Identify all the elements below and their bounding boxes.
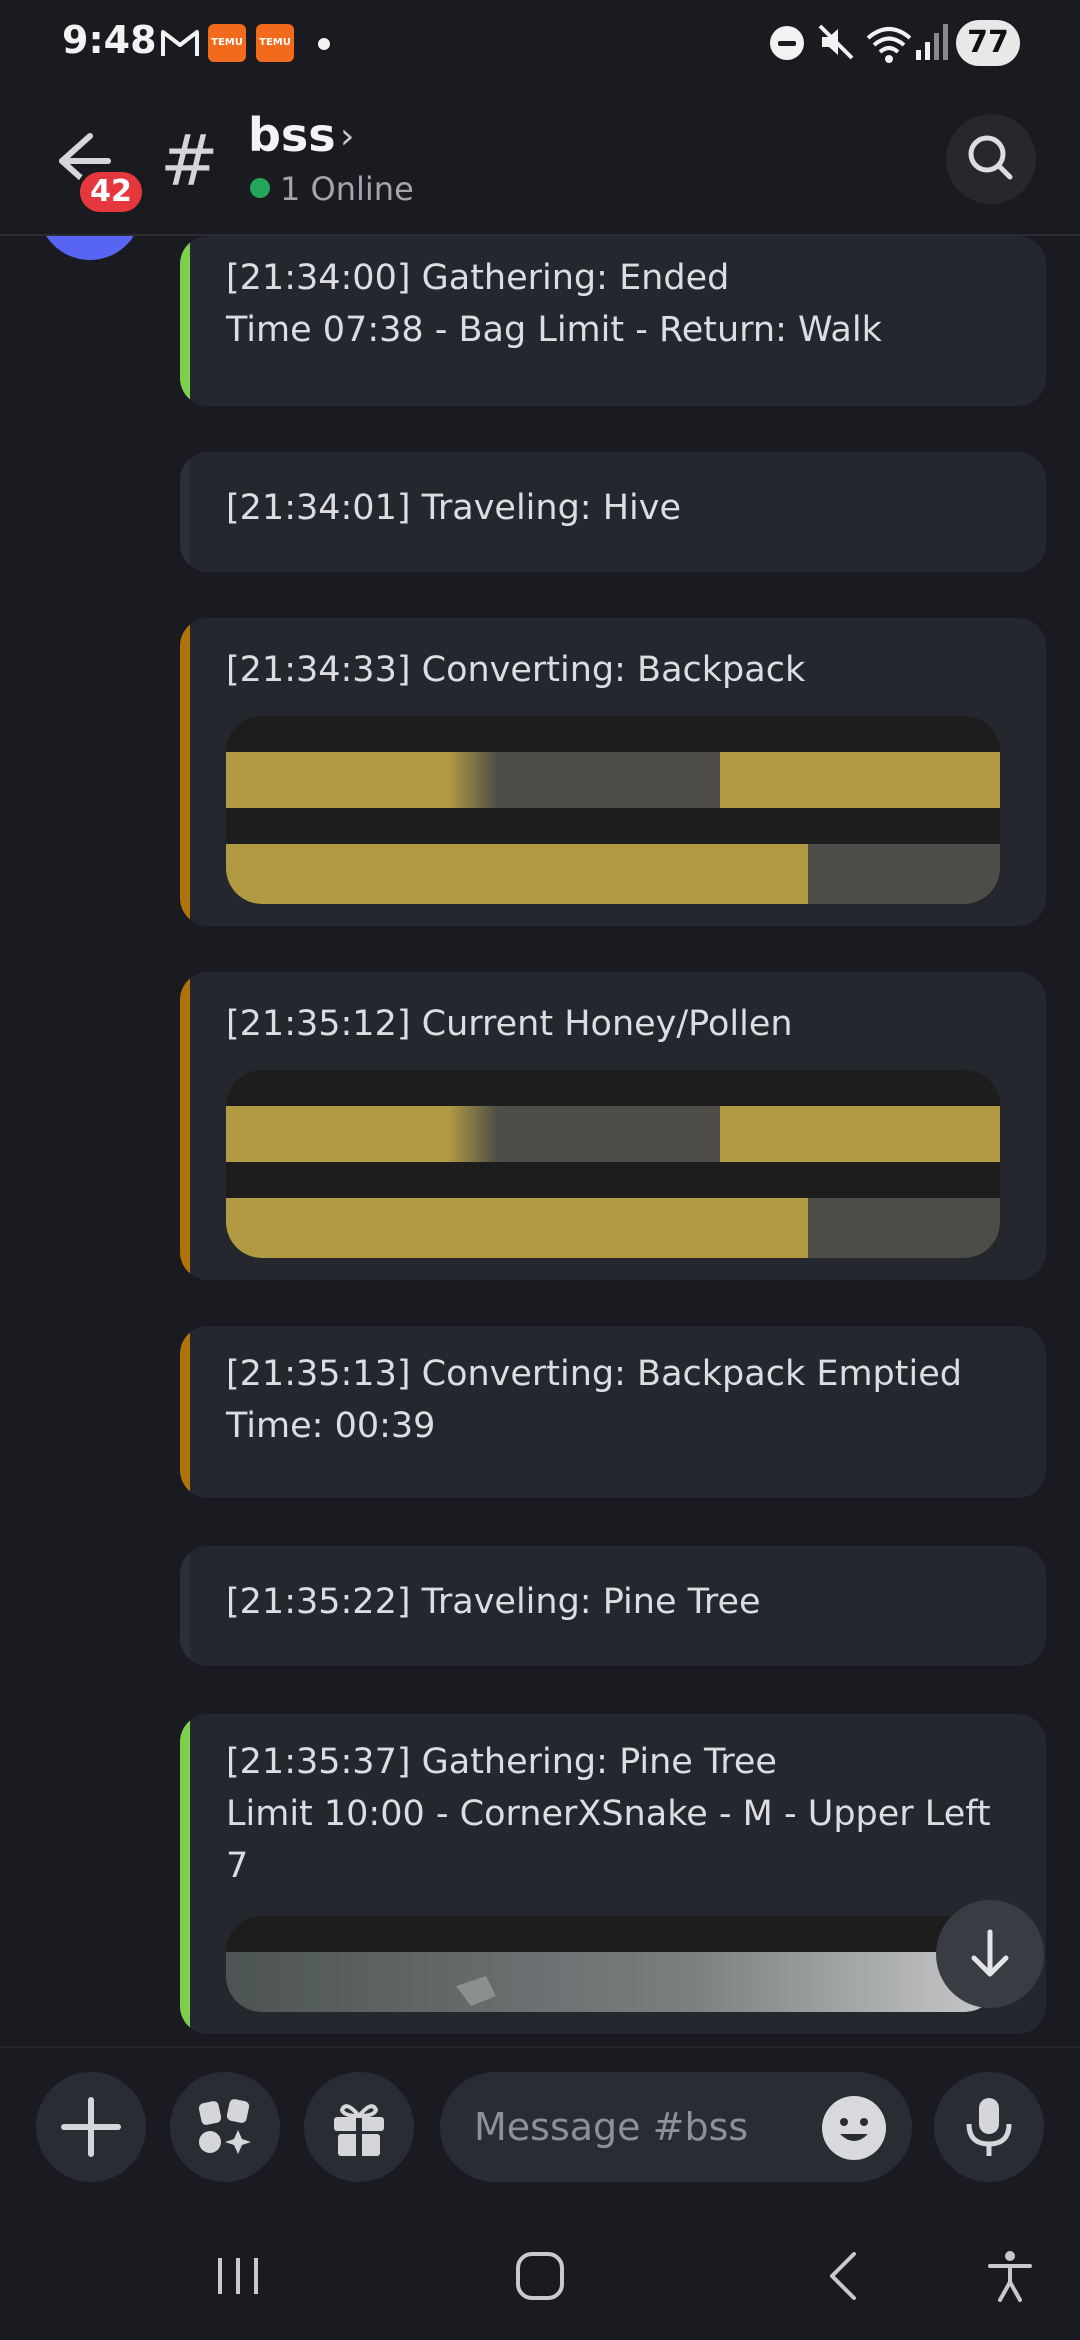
embed-accent-bar <box>180 1326 190 1498</box>
honey-pollen-image[interactable] <box>226 716 1000 904</box>
search-icon <box>968 135 1013 180</box>
online-count: 1 Online <box>280 170 414 208</box>
channel-header: 42 # bss › 1 Online <box>0 86 1080 236</box>
apps-icon <box>198 2099 251 2154</box>
message-embed[interactable]: [21:34:33] Converting: Backpack <box>180 618 1046 926</box>
message-text: [21:34:33] Converting: Backpack <box>226 650 806 690</box>
status-bar: 9:48 TEMU TEMU 77 <box>0 0 1080 86</box>
message-embed[interactable]: [21:35:13] Converting: Backpack Emptied … <box>180 1326 1046 1498</box>
unread-badge: 42 <box>76 168 146 216</box>
message-text: [21:35:12] Current Honey/Pollen <box>226 1004 793 1044</box>
embed-accent-bar <box>180 972 190 1280</box>
recent-apps-icon[interactable] <box>208 2246 268 2306</box>
embed-accent-bar <box>180 452 190 572</box>
arrow-down-icon <box>971 1929 1009 1977</box>
home-icon[interactable] <box>510 2246 570 2306</box>
embed-accent-bar <box>180 236 190 406</box>
status-time: 9:48 <box>62 18 157 62</box>
message-embed[interactable]: [21:34:01] Traveling: Hive <box>180 452 1046 572</box>
search-button[interactable] <box>946 114 1036 204</box>
system-navigation-bar <box>0 2210 1080 2340</box>
temu-icon: TEMU <box>208 24 246 62</box>
message-embed[interactable]: [21:34:00] Gathering: Ended Time 07:38 -… <box>180 236 1046 406</box>
embed-accent-bar <box>180 1546 190 1666</box>
plus-icon <box>61 2097 121 2157</box>
apps-button[interactable] <box>170 2072 280 2182</box>
message-composer <box>0 2046 1080 2210</box>
microphone-icon <box>966 2098 1012 2156</box>
channel-name[interactable]: bss <box>248 108 336 162</box>
message-text: [21:35:22] Traveling: Pine Tree <box>226 1582 761 1622</box>
message-embed[interactable]: [21:35:22] Traveling: Pine Tree <box>180 1546 1046 1666</box>
emoji-button[interactable] <box>822 2096 886 2160</box>
mute-icon <box>818 24 854 60</box>
notification-dot-icon <box>318 38 330 50</box>
wifi-icon <box>866 27 912 63</box>
gift-button[interactable] <box>304 2072 414 2182</box>
add-attachment-button[interactable] <box>36 2072 146 2182</box>
message-feed[interactable]: [21:34:00] Gathering: Ended Time 07:38 -… <box>0 236 1080 2046</box>
do-not-disturb-icon <box>770 26 804 60</box>
gmail-icon <box>161 30 199 56</box>
message-text: [21:35:13] Converting: Backpack Emptied … <box>226 1354 962 1446</box>
message-embed[interactable]: [21:35:12] Current Honey/Pollen <box>180 972 1046 1280</box>
message-embed[interactable]: [21:35:37] Gathering: Pine Tree Limit 10… <box>180 1714 1046 2034</box>
back-nav-icon[interactable] <box>814 2246 874 2306</box>
gift-icon <box>334 2104 384 2156</box>
gathering-image[interactable] <box>226 1916 1000 2012</box>
embed-accent-bar <box>180 618 190 926</box>
temu-icon: TEMU <box>256 24 294 62</box>
jump-to-bottom-button[interactable] <box>936 1900 1044 2008</box>
accessibility-icon[interactable] <box>980 2246 1040 2306</box>
signal-icon <box>916 24 948 60</box>
message-text: [21:34:01] Traveling: Hive <box>226 488 681 528</box>
emoji-icon <box>840 2118 868 2141</box>
message-text: [21:34:00] Gathering: Ended Time 07:38 -… <box>226 258 882 350</box>
channel-hash-icon: # <box>160 120 219 202</box>
chevron-right-icon[interactable]: › <box>340 116 354 157</box>
battery-indicator: 77 <box>956 20 1020 66</box>
embed-accent-bar <box>180 1714 190 2034</box>
voice-message-button[interactable] <box>934 2072 1044 2182</box>
message-text: [21:35:37] Gathering: Pine Tree Limit 10… <box>226 1742 991 1886</box>
honey-pollen-image[interactable] <box>226 1070 1000 1258</box>
online-status-dot <box>250 178 270 198</box>
